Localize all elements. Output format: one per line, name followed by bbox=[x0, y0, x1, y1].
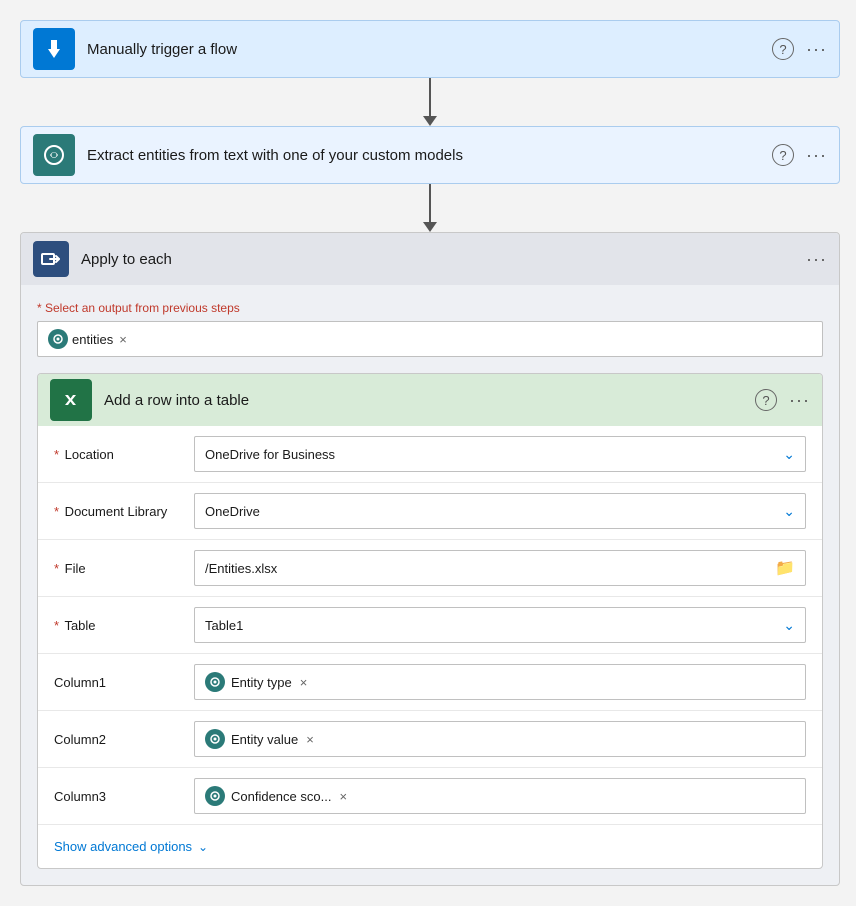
add-row-card: Add a row into a table ? ··· * Location … bbox=[37, 373, 823, 869]
location-row: * Location OneDrive for Business ⌄ bbox=[38, 426, 822, 483]
arrow-line-1 bbox=[429, 78, 431, 116]
column2-label: Column2 bbox=[54, 732, 194, 747]
apply-each-more-icon[interactable]: ··· bbox=[806, 249, 827, 270]
trigger-icon bbox=[33, 28, 75, 70]
add-row-body: * Location OneDrive for Business ⌄ * Doc… bbox=[38, 426, 822, 868]
column3-token-label: Confidence sco... bbox=[231, 789, 331, 804]
column2-token-close[interactable]: × bbox=[306, 732, 314, 747]
column1-label: Column1 bbox=[54, 675, 194, 690]
table-label: * Table bbox=[54, 618, 194, 633]
entities-token-badge bbox=[48, 329, 68, 349]
extract-more-icon[interactable]: ··· bbox=[806, 145, 827, 166]
arrow-head-1 bbox=[423, 116, 437, 126]
excel-icon bbox=[50, 379, 92, 421]
arrow-line-2 bbox=[429, 184, 431, 222]
output-label-text: * Select an output from previous steps bbox=[37, 301, 240, 315]
table-value: Table1 bbox=[205, 618, 243, 633]
show-advanced-button[interactable]: Show advanced options ⌄ bbox=[38, 825, 822, 868]
entities-token: entities × bbox=[48, 329, 127, 349]
table-dropdown-arrow: ⌄ bbox=[783, 617, 795, 634]
doc-library-value: OneDrive bbox=[205, 504, 260, 519]
location-value: OneDrive for Business bbox=[205, 447, 335, 462]
extract-icon bbox=[33, 134, 75, 176]
column3-label: Column3 bbox=[54, 789, 194, 804]
extract-help-icon[interactable]: ? bbox=[772, 144, 794, 166]
trigger-card: Manually trigger a flow ? ··· bbox=[20, 20, 840, 78]
doc-library-dropdown[interactable]: OneDrive ⌄ bbox=[194, 493, 806, 529]
column3-row: Column3 Confidence sco... × bbox=[38, 768, 822, 825]
apply-each-icon bbox=[33, 241, 69, 277]
doc-library-row: * Document Library OneDrive ⌄ bbox=[38, 483, 822, 540]
output-token-input[interactable]: entities × bbox=[37, 321, 823, 357]
location-dropdown[interactable]: OneDrive for Business ⌄ bbox=[194, 436, 806, 472]
column1-token-field[interactable]: Entity type × bbox=[194, 664, 806, 700]
column1-row: Column1 Entity type × bbox=[38, 654, 822, 711]
output-label: * Select an output from previous steps bbox=[37, 301, 823, 315]
doc-library-label: * Document Library bbox=[54, 504, 194, 519]
apply-each-header: Apply to each ··· bbox=[21, 233, 839, 285]
trigger-actions: ? ··· bbox=[772, 38, 827, 60]
add-row-actions: ? ··· bbox=[755, 389, 810, 411]
file-row: * File /Entities.xlsx 📁 bbox=[38, 540, 822, 597]
table-row: * Table Table1 ⌄ bbox=[38, 597, 822, 654]
location-dropdown-arrow: ⌄ bbox=[783, 446, 795, 463]
arrow-2 bbox=[423, 184, 437, 232]
arrow-1 bbox=[423, 78, 437, 126]
column3-token-close[interactable]: × bbox=[339, 789, 347, 804]
file-input[interactable]: /Entities.xlsx 📁 bbox=[194, 550, 806, 586]
add-row-title: Add a row into a table bbox=[104, 392, 755, 409]
entities-token-close[interactable]: × bbox=[119, 332, 127, 347]
apply-each-container: Apply to each ··· * Select an output fro… bbox=[20, 232, 840, 886]
extract-actions: ? ··· bbox=[772, 144, 827, 166]
column2-row: Column2 Entity value × bbox=[38, 711, 822, 768]
table-dropdown[interactable]: Table1 ⌄ bbox=[194, 607, 806, 643]
column2-token-badge bbox=[205, 729, 225, 749]
add-row-more-icon[interactable]: ··· bbox=[789, 390, 810, 411]
add-row-help-icon[interactable]: ? bbox=[755, 389, 777, 411]
doc-library-dropdown-arrow: ⌄ bbox=[783, 503, 795, 520]
arrow-head-2 bbox=[423, 222, 437, 232]
apply-each-body: * Select an output from previous steps e… bbox=[21, 285, 839, 869]
column1-token-close[interactable]: × bbox=[300, 675, 308, 690]
show-advanced-label: Show advanced options bbox=[54, 839, 192, 854]
flow-container: Manually trigger a flow ? ··· Extract en… bbox=[20, 20, 840, 886]
file-browse-icon[interactable]: 📁 bbox=[775, 558, 795, 578]
trigger-title: Manually trigger a flow bbox=[87, 41, 772, 58]
show-advanced-chevron-icon: ⌄ bbox=[198, 840, 208, 854]
add-row-header: Add a row into a table ? ··· bbox=[38, 374, 822, 426]
trigger-help-icon[interactable]: ? bbox=[772, 38, 794, 60]
file-label: * File bbox=[54, 561, 194, 576]
entities-token-label: entities bbox=[72, 332, 113, 347]
file-value: /Entities.xlsx bbox=[205, 561, 277, 576]
extract-title: Extract entities from text with one of y… bbox=[87, 147, 772, 164]
column2-token-label: Entity value bbox=[231, 732, 298, 747]
trigger-more-icon[interactable]: ··· bbox=[806, 39, 827, 60]
column1-token-label: Entity type bbox=[231, 675, 292, 690]
column2-token-field[interactable]: Entity value × bbox=[194, 721, 806, 757]
column1-token-badge bbox=[205, 672, 225, 692]
location-label: * Location bbox=[54, 447, 194, 462]
apply-each-title: Apply to each bbox=[81, 251, 806, 268]
extract-card: Extract entities from text with one of y… bbox=[20, 126, 840, 184]
column3-token-badge bbox=[205, 786, 225, 806]
column3-token-field[interactable]: Confidence sco... × bbox=[194, 778, 806, 814]
